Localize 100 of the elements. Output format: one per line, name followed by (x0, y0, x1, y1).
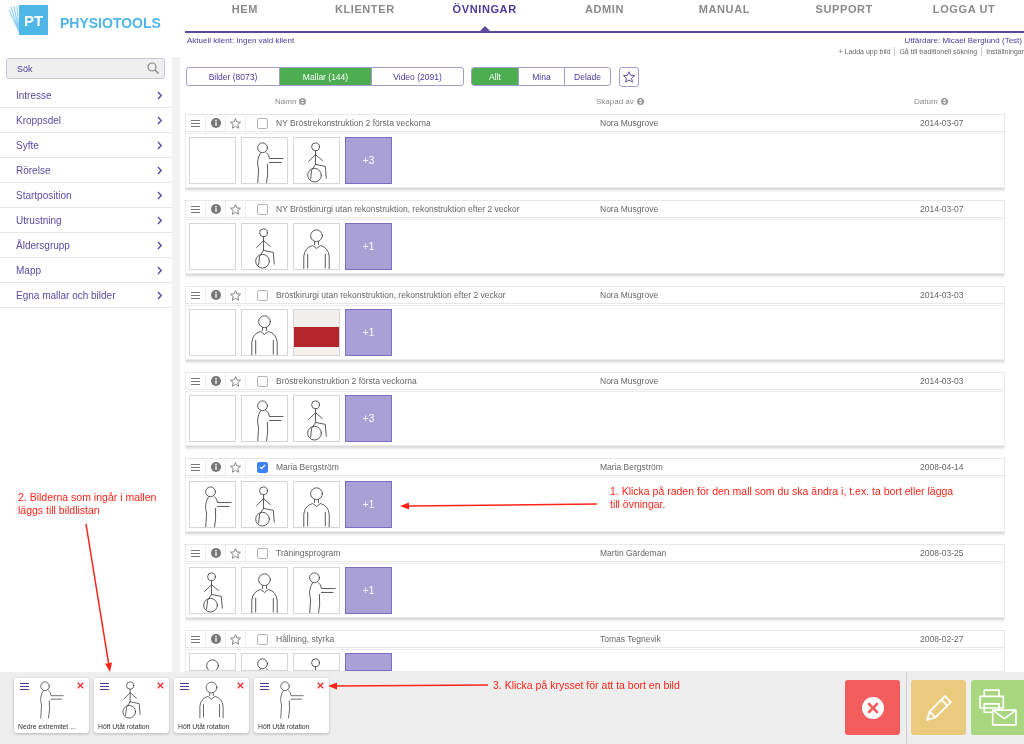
checkbox[interactable] (257, 203, 268, 215)
annotation-text: 2. Bilderna som ingår i mallen läggs till bildlistan (18, 491, 158, 516)
info-icon[interactable] (210, 634, 221, 644)
date-text: 2014-03-03 (920, 290, 965, 300)
menu-icon[interactable] (20, 683, 29, 690)
nav-link[interactable]: SUPPORT (812, 0, 876, 31)
template-name: Bröstkirurgi utan rekonstruktion, rekonstruktion efter 2 veckor (276, 290, 507, 300)
menu-icon[interactable] (191, 119, 200, 127)
exercise-drawing (241, 481, 288, 528)
close-circle-icon (860, 695, 885, 720)
creator-name: Tomas Tegnevik (600, 634, 662, 644)
empty-thumbnail (189, 223, 236, 270)
sort-icon[interactable] (636, 98, 644, 105)
checkbox[interactable] (257, 633, 268, 645)
printer-email-icon (978, 689, 1017, 726)
template-row-header[interactable]: Bröstkirurgi utan rekonstruktion, rekonstruktion efter 2 veckor Nora Musgrove 2014-03-03 (185, 286, 1005, 304)
menu-icon[interactable] (191, 205, 200, 213)
exercise-drawing (293, 481, 340, 528)
template-name: Maria Bergström (276, 462, 340, 472)
info-icon[interactable] (210, 376, 221, 386)
menu-icon[interactable] (191, 377, 200, 385)
template-name: NY Bröstrekonstruktion 2 första veckorna (276, 118, 432, 128)
column-header[interactable]: Skapad av (596, 96, 644, 107)
creator-name: Nora Musgrove (600, 204, 660, 214)
tab[interactable]: Delade (564, 68, 610, 85)
nav-link[interactable]: LOGGA UT (929, 0, 999, 31)
menu-icon[interactable] (191, 463, 200, 471)
checkmark-icon (259, 464, 266, 470)
close-icon[interactable] (77, 682, 84, 689)
close-icon[interactable] (237, 682, 244, 689)
column-header[interactable]: Namn (275, 96, 307, 107)
menu-icon[interactable] (191, 549, 200, 557)
chevron-icon (157, 140, 163, 150)
exercise-drawing (293, 395, 340, 442)
template-row-header[interactable]: NY Bröstkirurgi utan rekonstruktion, rekonstruktion efter 2 veckor Nora Musgrove 2014-03-07 (185, 200, 1005, 218)
creator-name: Nora Musgrove (600, 118, 660, 128)
menu-icon[interactable] (191, 635, 200, 643)
thumbnail-panel[interactable] (185, 649, 1005, 672)
checkbox[interactable] (257, 375, 268, 387)
tab[interactable]: Bilder (8073) (187, 68, 279, 85)
delete-button[interactable] (845, 680, 900, 735)
creator-name: Nora Musgrove (600, 376, 660, 386)
star-icon[interactable] (230, 633, 241, 645)
sort-icon[interactable] (299, 98, 307, 105)
exercise-drawing (189, 481, 236, 528)
star-icon[interactable] (230, 117, 241, 129)
template-row-header[interactable]: Hållning, styrka Tomas Tegnevik 2008-02-27 (185, 630, 1005, 648)
chevron-icon (157, 215, 163, 225)
nav-link[interactable]: HEM (228, 0, 262, 31)
exercise-drawing (189, 653, 236, 671)
info-icon[interactable] (210, 118, 221, 128)
template-row-header[interactable]: Maria Bergström Maria Bergström 2008-04-14 (185, 458, 1005, 476)
creator-name: Martin Gärdeman (600, 548, 668, 558)
star-icon[interactable] (230, 547, 241, 559)
exercise-drawing (279, 681, 304, 719)
star-icon[interactable] (230, 289, 241, 301)
nav-link[interactable]: ÖVNINGAR (449, 0, 520, 31)
date-text: 2014-03-03 (920, 376, 965, 386)
menu-icon[interactable] (100, 683, 109, 690)
star-icon[interactable] (230, 461, 241, 473)
chevron-icon (157, 165, 163, 175)
template-row-header[interactable]: Bröstrekonstruktion 2 första veckorna Nora Musgrove 2014-03-03 (185, 372, 1005, 390)
star-icon[interactable] (230, 203, 241, 215)
creator-name: Nora Musgrove (600, 290, 660, 300)
date-text: 2008-03-25 (920, 548, 965, 558)
exercise-drawing (293, 223, 340, 270)
info-icon[interactable] (210, 204, 221, 214)
empty-thumbnail (189, 395, 236, 442)
checkbox[interactable] (257, 289, 268, 301)
column-header[interactable]: Datum (914, 96, 948, 107)
star-icon[interactable] (230, 375, 241, 387)
date-text: 2008-04-14 (920, 462, 965, 472)
nav-link[interactable]: MANUAL (695, 0, 753, 31)
nav-link[interactable]: KLIENTER (331, 0, 398, 31)
menu-icon[interactable] (180, 683, 189, 690)
tab[interactable]: Mina (518, 68, 564, 85)
search-icon[interactable] (147, 62, 159, 74)
close-icon[interactable] (317, 682, 324, 689)
fan-lines-icon (8, 5, 19, 33)
info-icon[interactable] (210, 462, 221, 472)
info-icon[interactable] (210, 290, 221, 300)
exercise-drawing (189, 567, 236, 614)
checkbox[interactable] (257, 117, 268, 129)
menu-icon[interactable] (191, 291, 200, 299)
menu-icon[interactable] (260, 683, 269, 690)
date-text: 2008-02-27 (920, 634, 965, 644)
template-row-header[interactable]: NY Bröstrekonstruktion 2 första veckorna Nora Musgrove 2014-03-07 (185, 114, 1005, 132)
search-field[interactable]: Sök (6, 58, 165, 79)
nav-link[interactable]: ADMIN (581, 0, 628, 31)
info-icon[interactable] (210, 548, 221, 558)
exercise-drawing (122, 681, 141, 719)
exercise-drawing (293, 567, 340, 614)
tab[interactable]: Video (2091) (371, 68, 463, 85)
chevron-icon (157, 265, 163, 275)
checkbox[interactable] (257, 547, 268, 559)
sort-icon[interactable] (940, 98, 948, 105)
chevron-icon (157, 190, 163, 200)
close-icon[interactable] (157, 682, 164, 689)
template-row-header[interactable]: Träningsprogram Martin Gärdeman 2008-03-25 (185, 544, 1005, 562)
checkbox[interactable] (257, 461, 268, 473)
